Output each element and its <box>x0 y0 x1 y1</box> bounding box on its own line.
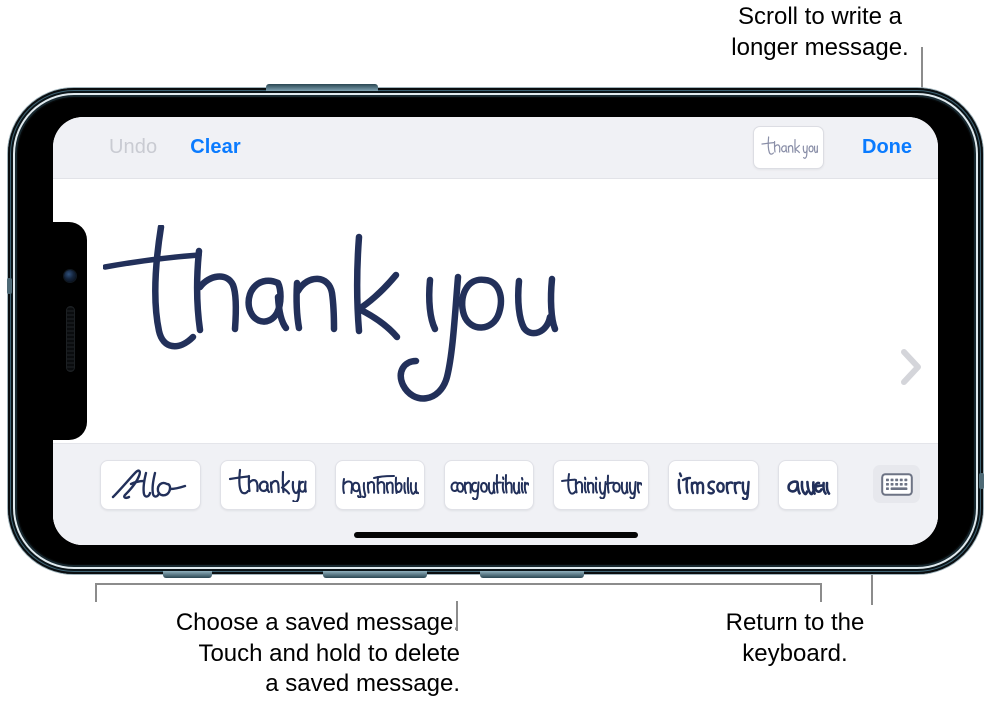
device-side-button-top[interactable] <box>266 84 378 91</box>
device-volume-up-button[interactable] <box>323 571 427 578</box>
keyboard-button[interactable] <box>873 465 920 503</box>
callout-choose-saved-message: Choose a saved message. Touch and hold t… <box>175 609 460 698</box>
iphone-device-frame: Undo Clear Done <box>7 84 984 578</box>
handwritten-message-thank-you <box>103 225 559 402</box>
home-indicator[interactable] <box>353 532 638 538</box>
device-screen: Undo Clear Done <box>53 117 938 545</box>
saved-message-card[interactable] <box>220 460 316 510</box>
saved-message-card[interactable] <box>444 460 534 510</box>
undo-button[interactable]: Undo <box>109 136 157 159</box>
saved-message-card[interactable] <box>335 460 425 510</box>
front-camera-icon <box>64 270 76 282</box>
saved-message-card[interactable] <box>778 460 838 510</box>
callout-scroll-to-write: Scroll to write a longer message. <box>731 3 909 61</box>
current-message-thumbnail[interactable] <box>753 126 824 169</box>
saved-message-card[interactable] <box>668 460 759 510</box>
device-volume-down-button[interactable] <box>480 571 584 578</box>
leader-bracket-right-tick <box>820 583 822 602</box>
device-antenna-band-right <box>979 473 984 489</box>
callout-return-to-keyboard: Return to the keyboard. <box>725 609 865 667</box>
keyboard-icon <box>880 472 913 496</box>
device-ring-silent-switch[interactable] <box>163 571 212 578</box>
saved-messages-strip[interactable] <box>53 443 938 545</box>
leader-bracket-left-tick <box>95 583 97 602</box>
handwriting-toolbar: Undo Clear Done <box>53 117 938 179</box>
saved-message-card[interactable] <box>553 460 649 510</box>
device-antenna-band-left <box>7 278 12 294</box>
saved-message-card[interactable] <box>100 460 201 510</box>
chevron-right-icon[interactable] <box>898 347 924 387</box>
earpiece-speaker-icon <box>66 306 75 372</box>
leader-bracket-saved-messages <box>95 583 822 585</box>
handwriting-canvas[interactable] <box>53 179 938 545</box>
device-notch <box>53 222 87 440</box>
leader-line-saved-messages <box>456 601 458 631</box>
clear-button[interactable]: Clear <box>190 136 241 159</box>
done-button[interactable]: Done <box>862 136 912 159</box>
